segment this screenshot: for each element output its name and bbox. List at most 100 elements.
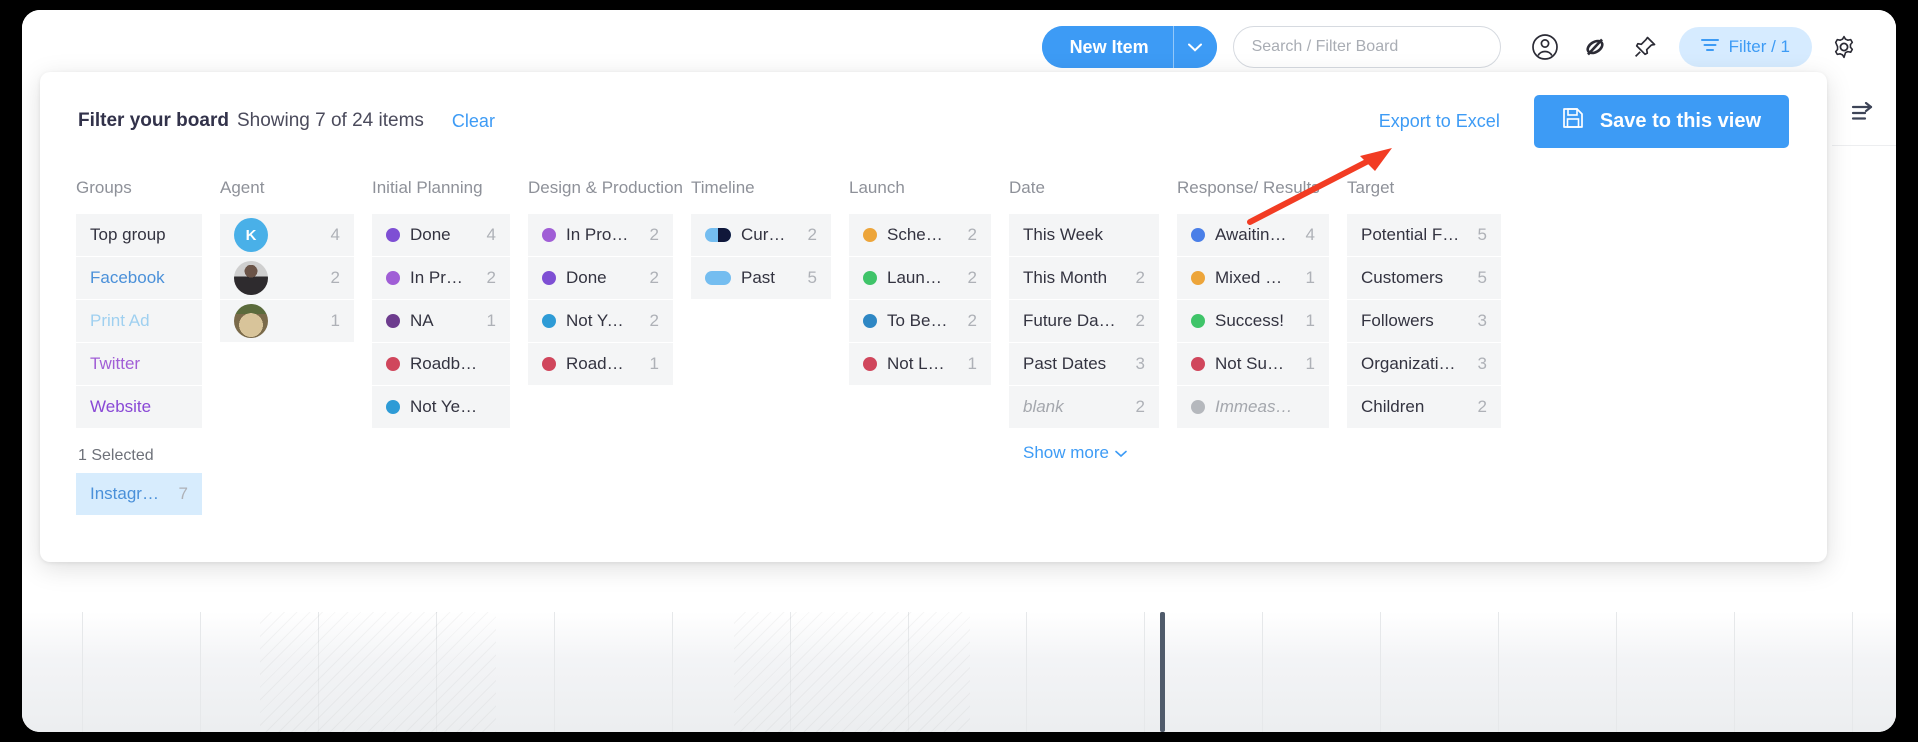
clear-filters-link[interactable]: Clear: [452, 111, 495, 132]
filter-option-row[interactable]: In Progress 2: [372, 257, 510, 300]
export-to-excel-link[interactable]: Export to Excel: [1379, 111, 1500, 132]
filter-option-count: 5: [1477, 225, 1487, 244]
filter-option-label: Roadblock: [410, 354, 478, 373]
filter-option-count: 2: [807, 225, 817, 244]
search-box[interactable]: [1232, 26, 1501, 68]
filter-option-row[interactable]: 2: [220, 257, 354, 300]
filter-column: Design & ProductionIn Progress2Done2Not …: [528, 178, 691, 516]
filter-column-title: Date: [1009, 178, 1045, 197]
filter-option-row[interactable]: Top group: [76, 214, 202, 257]
search-input[interactable]: [1251, 38, 1482, 56]
filter-option-row[interactable]: Success! 1: [1177, 300, 1329, 343]
timeline-pill-icon: [705, 271, 731, 285]
filter-option-label: Past: [741, 268, 776, 287]
status-dot-icon: [542, 228, 556, 242]
timeline-grid-line: [1498, 612, 1499, 732]
show-more-link[interactable]: Show more: [1023, 443, 1159, 463]
selected-count-label: 1 Selected: [78, 447, 154, 464]
filter-panel: Filter your board Showing 7 of 24 items …: [40, 72, 1827, 562]
filter-option-row[interactable]: Current 2: [691, 214, 831, 257]
person-circle-icon[interactable]: [1523, 25, 1567, 69]
filter-option-row[interactable]: In Progress 2: [528, 214, 673, 257]
filter-column: Groups Top group Facebook Print Ad Twitter We…: [76, 178, 220, 516]
status-dot-icon: [1191, 271, 1205, 285]
filter-option-label: In Progress: [410, 268, 469, 287]
chevron-down-icon: [1115, 443, 1127, 463]
gear-icon[interactable]: [1822, 25, 1866, 69]
filter-option-row[interactable]: Done 2: [528, 257, 673, 300]
filter-option-row[interactable]: Immeasurable: [1177, 386, 1329, 429]
chevron-down-icon[interactable]: [1172, 26, 1217, 68]
timeline-grid-line: [1026, 612, 1027, 732]
timeline-grid-line: [1262, 612, 1263, 732]
filter-option-label: Followers: [1361, 311, 1434, 330]
filter-option-row[interactable]: Not Yet Started: [372, 386, 510, 429]
filter-option-row[interactable]: This Week: [1009, 214, 1159, 257]
filter-column-title: Timeline: [691, 178, 755, 197]
filter-option-row[interactable]: Scheduled 2: [849, 214, 991, 257]
filter-option-label: Not Yet Started: [410, 397, 478, 416]
filter-option-label: Roadblock: [566, 354, 632, 373]
filter-option-count: 1: [649, 354, 659, 373]
filter-option-row[interactable]: Potential Followers 5: [1347, 214, 1501, 257]
status-dot-icon: [386, 400, 400, 414]
filter-option-row[interactable]: 1: [220, 300, 354, 343]
filter-option-row[interactable]: Roadblock 1: [528, 343, 673, 386]
filter-option-row[interactable]: Organizations 3: [1347, 343, 1501, 386]
filter-option-count: 1: [1305, 354, 1315, 373]
filter-option-row[interactable]: Instagram 7: [76, 473, 202, 516]
filter-option-row[interactable]: Past Dates 3: [1009, 343, 1159, 386]
timeline-weekend-block: [260, 612, 496, 732]
filter-option-row[interactable]: Awaiting Re… 4: [1177, 214, 1329, 257]
filter-option-label: Twitter: [90, 354, 141, 373]
new-item-button[interactable]: New Item: [1041, 26, 1173, 68]
status-dot-icon: [386, 271, 400, 285]
filter-option-count: 3: [1477, 354, 1487, 373]
status-dot-icon: [1191, 400, 1205, 414]
filter-option-row[interactable]: Facebook: [76, 257, 202, 300]
filter-option-row[interactable]: Past 5: [691, 257, 831, 300]
filter-option-count: 3: [1477, 311, 1487, 330]
filter-option-count: 2: [1135, 311, 1145, 330]
filter-option-row[interactable]: Print Ad: [76, 300, 202, 343]
status-dot-icon: [386, 314, 400, 328]
eye-off-icon[interactable]: [1573, 25, 1617, 69]
timeline-grid-line: [554, 612, 555, 732]
filter-option-label: Done: [566, 268, 607, 287]
filter-option-label: Immeasurable: [1215, 397, 1297, 416]
filter-option-label: Current: [741, 225, 790, 244]
filter-option-row[interactable]: Children 2: [1347, 386, 1501, 429]
timeline-pill-icon: [705, 228, 731, 242]
status-dot-icon: [1191, 228, 1205, 242]
filter-option-row[interactable]: K4: [220, 214, 354, 257]
filter-option-row[interactable]: Not Launch… 1: [849, 343, 991, 386]
filter-option-label: Website: [90, 397, 152, 416]
status-dot-icon: [542, 357, 556, 371]
filter-column: Target Potential Followers 5 Customers 5 Foll…: [1347, 178, 1519, 516]
filter-option-row[interactable]: Roadblock: [372, 343, 510, 386]
timeline-grid-line: [1852, 612, 1853, 732]
filter-option-row[interactable]: Not Yet Star… 2: [528, 300, 673, 343]
filter-option-row[interactable]: blank 2: [1009, 386, 1159, 429]
filter-option-label: NA: [410, 311, 434, 330]
today-marker: [1160, 612, 1165, 732]
filter-option-row[interactable]: Customers 5: [1347, 257, 1501, 300]
filter-option-row[interactable]: Followers 3: [1347, 300, 1501, 343]
filter-option-row[interactable]: To Be Deter… 2: [849, 300, 991, 343]
status-dot-icon: [863, 314, 877, 328]
filter-option-count: 2: [1135, 397, 1145, 416]
filter-option-row[interactable]: Future Dates 2: [1009, 300, 1159, 343]
pin-icon[interactable]: [1623, 25, 1667, 69]
filter-option-row[interactable]: Mixed Resul… 1: [1177, 257, 1329, 300]
filter-option-row[interactable]: NA 1: [372, 300, 510, 343]
filter-option-row[interactable]: Done 4: [372, 214, 510, 257]
arrow-right-lines-icon[interactable]: [1851, 101, 1877, 127]
filter-option-row[interactable]: Twitter: [76, 343, 202, 386]
filter-chip[interactable]: Filter / 1: [1678, 27, 1812, 67]
filter-option-row[interactable]: Launched 2: [849, 257, 991, 300]
filter-option-row[interactable]: This Month 2: [1009, 257, 1159, 300]
filter-option-row[interactable]: Website: [76, 386, 202, 429]
new-item-button-group[interactable]: New Item: [1041, 26, 1217, 68]
save-to-view-button[interactable]: Save to this view: [1533, 94, 1789, 148]
filter-option-row[interactable]: Not Succes… 1: [1177, 343, 1329, 386]
